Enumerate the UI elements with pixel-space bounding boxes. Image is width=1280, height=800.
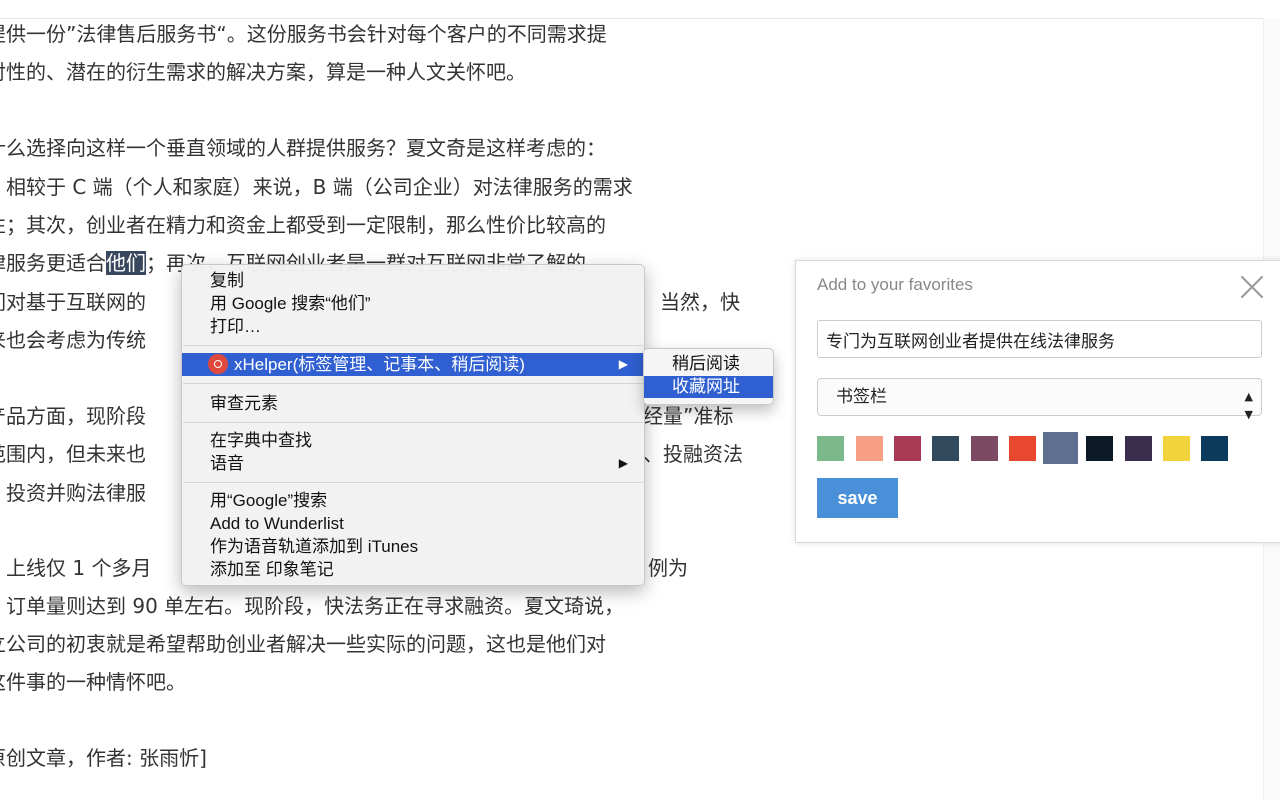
menu-item-label: xHelper(标签管理、记事本、稍后阅读) [234, 355, 525, 374]
article-line: 当然，快 [660, 290, 740, 314]
menu-item-add-to-itunes[interactable]: 作为语音轨道添加到 iTunes [182, 535, 644, 558]
article-line: 立公司的初衷就是希望帮助创业者解决一些实际的问题，这也是他们对 [0, 632, 606, 656]
bookmark-title-input[interactable] [817, 320, 1262, 358]
menu-item-xhelper[interactable]: xHelper(标签管理、记事本、稍后阅读) ▶ [182, 353, 644, 376]
xhelper-icon [208, 354, 228, 374]
favorites-panel: Add to your favorites 书签栏 ▲▼ save [795, 260, 1280, 543]
article-line: 产品方面，现阶段 [0, 404, 146, 428]
menu-separator [183, 482, 643, 483]
article-line: 们对基于互联网的 [0, 290, 146, 314]
save-button[interactable]: save [817, 478, 898, 518]
selected-text[interactable]: 他们 [106, 251, 146, 275]
article-line: 来也会考虑为传统 [0, 328, 146, 352]
menu-separator [183, 345, 643, 346]
color-swatch[interactable] [817, 436, 844, 461]
color-swatch[interactable] [856, 436, 883, 461]
panel-title: Add to your favorites [817, 275, 973, 294]
select-caret-icon: ▲ ▼ [1244, 390, 1253, 421]
article-line: 、投资并购法律服 [0, 481, 146, 505]
article-line: 范围内，但未来也 [0, 442, 146, 466]
color-swatch[interactable] [1163, 436, 1190, 461]
color-swatch[interactable] [932, 436, 959, 461]
menu-item-print[interactable]: 打印… [182, 315, 644, 338]
submenu-arrow-icon: ▶ [618, 456, 628, 470]
article-line: 提供一份”法律售后服务书“。这份服务书会针对每个客户的不同需求提 [0, 22, 607, 46]
xhelper-submenu: 稍后阅读 收藏网址 [643, 348, 774, 405]
article-line: 例为 [648, 556, 688, 580]
color-swatch[interactable] [1086, 436, 1113, 461]
article-line: 经量”准标 [643, 404, 734, 428]
folder-select[interactable]: 书签栏 ▲ ▼ [817, 378, 1262, 421]
menu-item-dictionary-lookup[interactable]: 在字典中查找 [182, 429, 644, 452]
submenu-item-read-later[interactable]: 稍后阅读 [644, 353, 773, 375]
article-line: 上线仅 1 个多月 [6, 556, 152, 580]
article-line: 相较于 C 端（个人和家庭）来说，B 端（公司企业）对法律服务的需求 [6, 175, 633, 199]
color-swatch[interactable] [1043, 432, 1078, 464]
menu-item-label: 语音 [210, 454, 244, 473]
article-line: 对性的、潜在的衍生需求的解决方案，算是一种人文关怀吧。 [0, 60, 526, 84]
article-line: 订单量则达到 90 单左右。现阶段，快法务正在寻求融资。夏文琦说， [6, 594, 625, 618]
line-text: 律服务更适合 [0, 251, 106, 275]
color-swatch[interactable] [1201, 436, 1228, 461]
menu-item-google-search[interactable]: 用“Google”搜索 [182, 489, 644, 512]
submenu-item-bookmark-url[interactable]: 收藏网址 [644, 376, 773, 398]
menu-separator [183, 383, 643, 384]
article-line: 这件事的一种情怀吧。 [0, 670, 186, 694]
menu-item-google-search-selection[interactable]: 用 Google 搜索“他们” [182, 292, 644, 315]
color-swatch[interactable] [1125, 436, 1152, 461]
article-line: 什么选择向这样一个垂直领域的人群提供服务？夏文奇是这样考虑的： [0, 136, 606, 160]
submenu-arrow-icon: ▶ [618, 357, 628, 371]
close-icon[interactable] [1236, 271, 1268, 303]
top-border [0, 18, 1280, 19]
article-line: 原创文章，作者: 张雨忻] [0, 746, 207, 770]
menu-item-inspect-element[interactable]: 审查元素 [182, 392, 644, 415]
article-line: 、投融资法 [643, 442, 743, 466]
article-line: 性；其次，创业者在精力和资金上都受到一定限制，那么性价比较高的 [0, 213, 606, 237]
color-swatch[interactable] [971, 436, 998, 461]
menu-separator [183, 422, 643, 423]
color-swatch[interactable] [894, 436, 921, 461]
folder-select-value: 书签栏 [836, 387, 887, 407]
menu-item-copy[interactable]: 复制 [182, 269, 644, 292]
context-menu: 复制 用 Google 搜索“他们” 打印… xHelper(标签管理、记事本、… [181, 264, 645, 586]
menu-item-speech[interactable]: 语音 ▶ [182, 452, 644, 475]
menu-item-add-to-wunderlist[interactable]: Add to Wunderlist [182, 512, 644, 535]
menu-item-add-to-evernote[interactable]: 添加至 印象笔记 [182, 558, 644, 581]
color-swatch[interactable] [1009, 436, 1036, 461]
